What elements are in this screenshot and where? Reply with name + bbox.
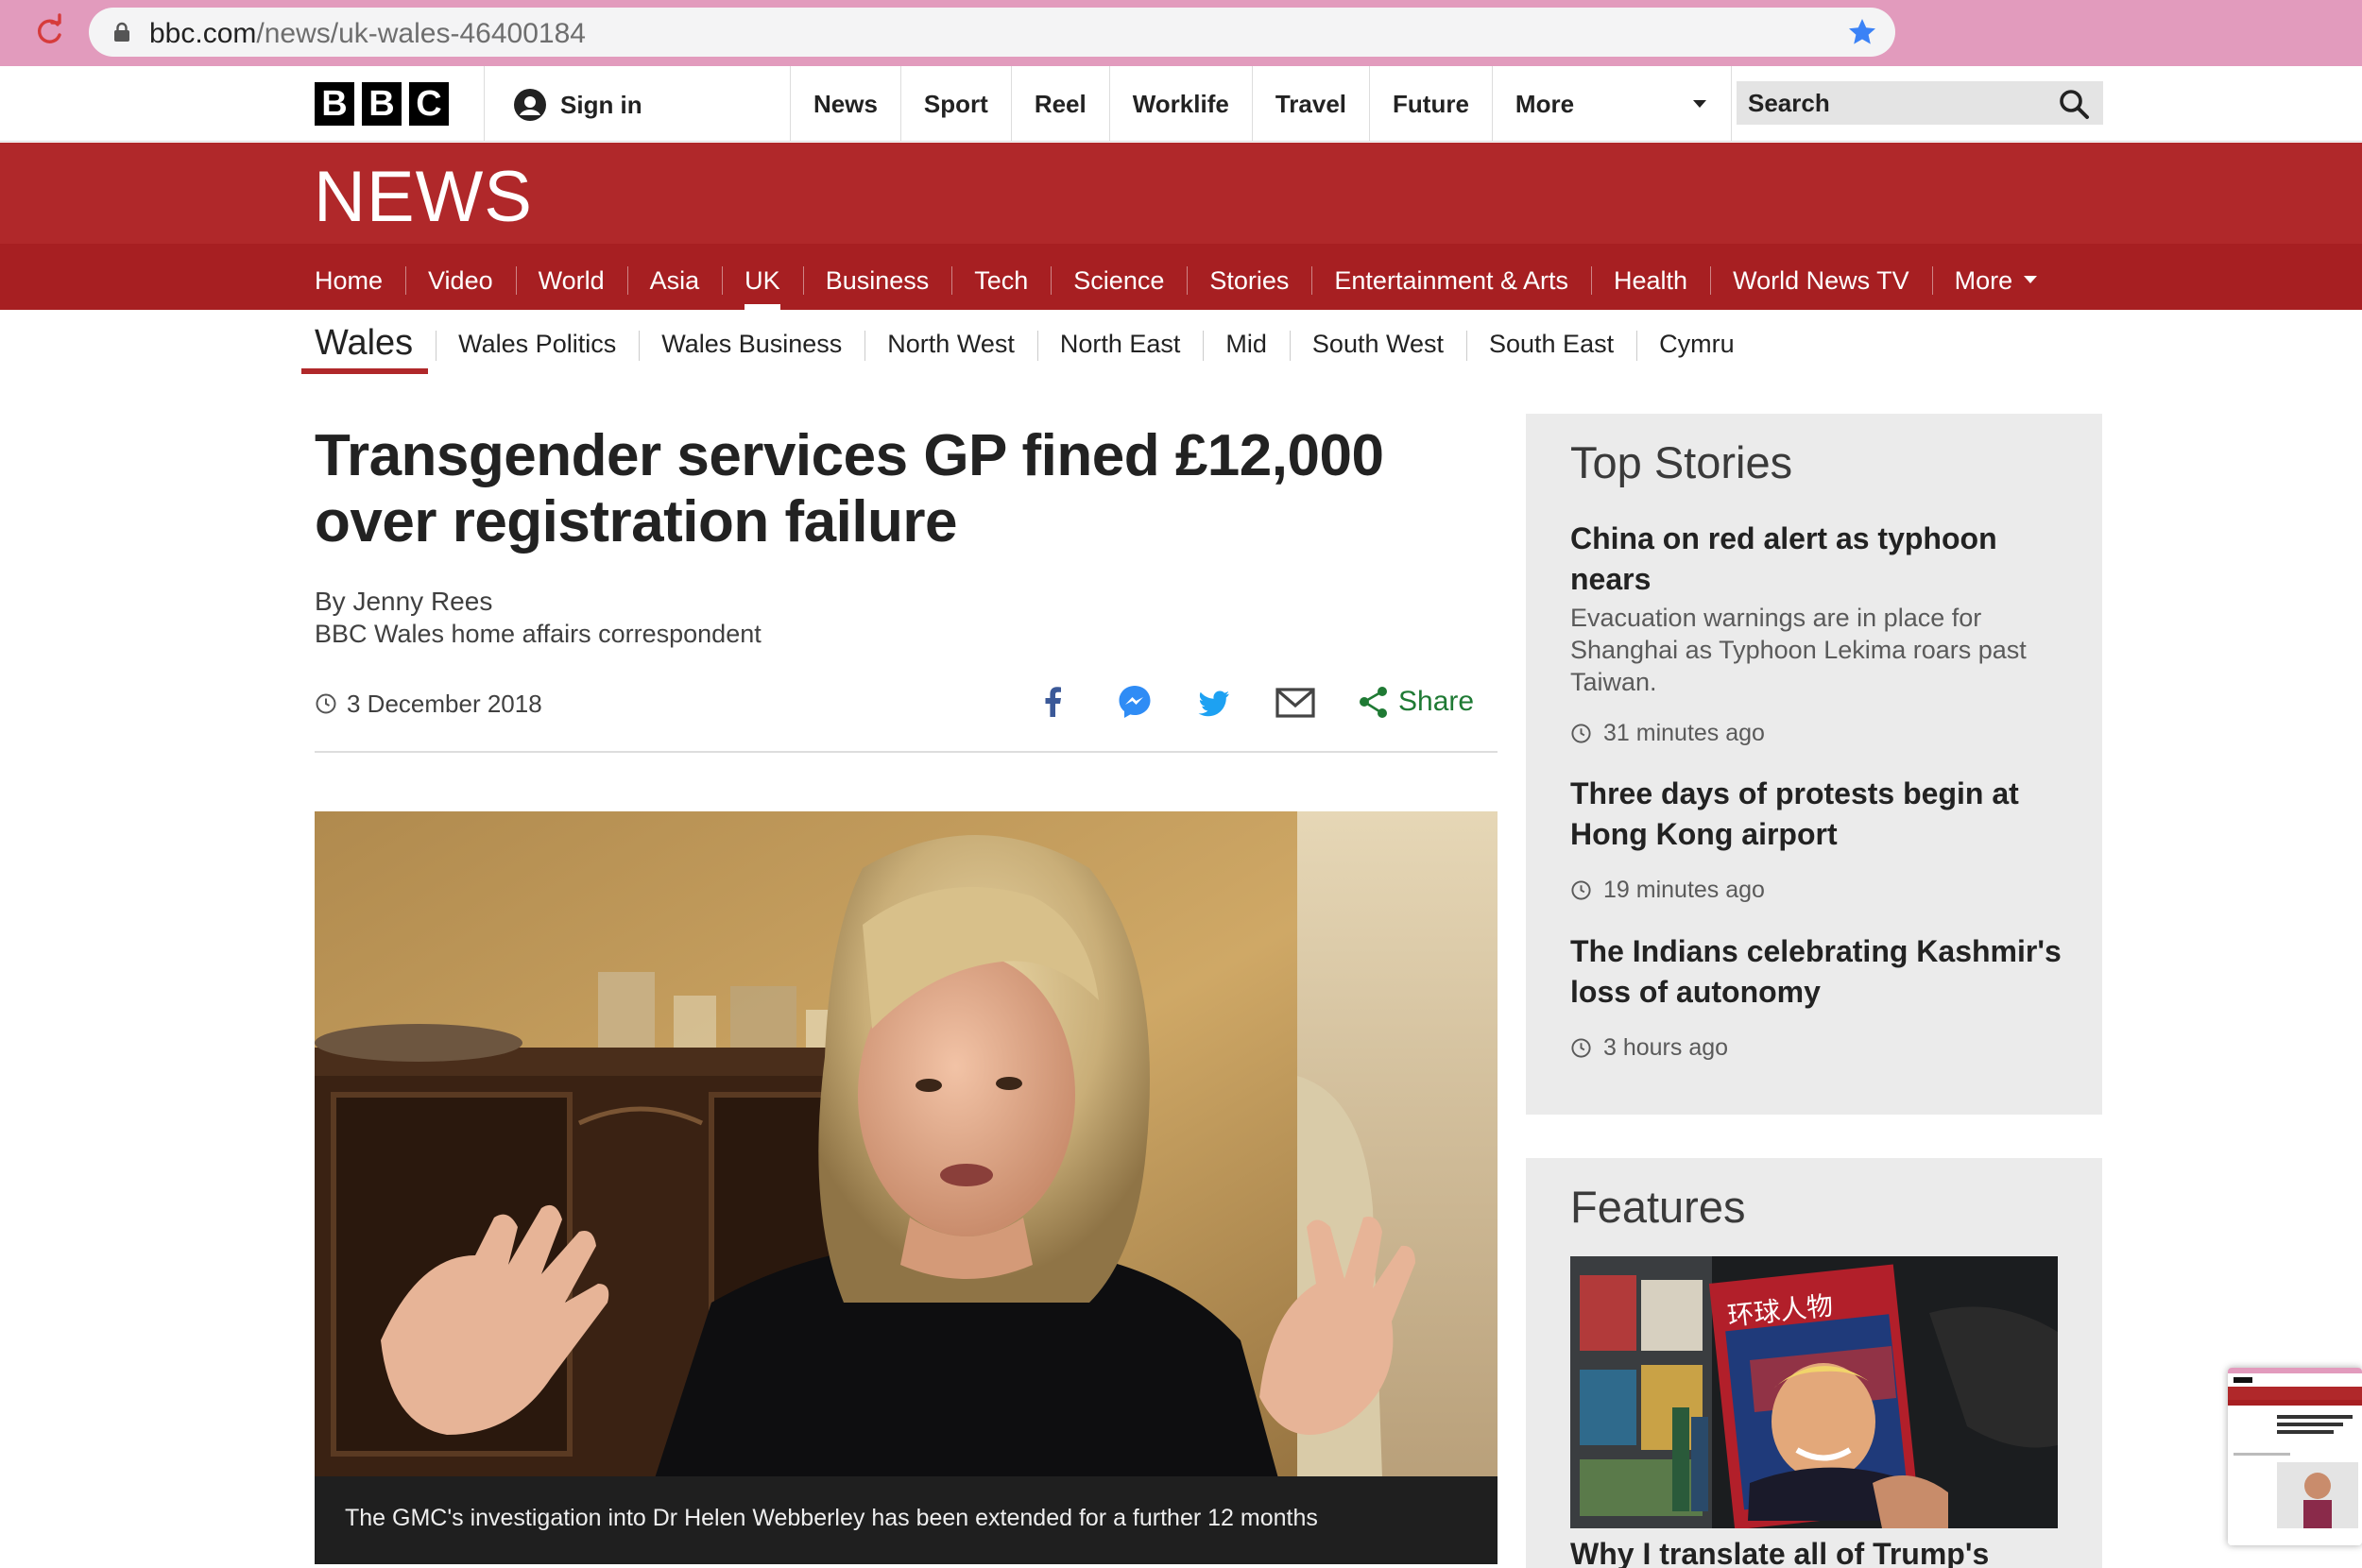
section-world-news-tv[interactable]: World News TV — [1710, 244, 1932, 310]
chevron-down-icon — [2024, 275, 2038, 283]
address-bar[interactable]: bbc.com/news/uk-wales-46400184 — [89, 8, 1895, 57]
subnav-north-west[interactable]: North West — [864, 312, 1037, 374]
story-timestamp: 19 minutes ago — [1570, 876, 1765, 904]
features-title: Features — [1570, 1182, 1746, 1232]
story-time-text: 3 hours ago — [1603, 1033, 1729, 1061]
subnav-south-west[interactable]: South West — [1289, 312, 1466, 374]
article-image — [315, 811, 1498, 1478]
subnav-wales-politics[interactable]: Wales Politics — [436, 312, 639, 374]
story-timestamp: 3 hours ago — [1570, 1033, 1728, 1062]
bbc-masthead: B B C Sign in News Sport Reel Worklife T… — [0, 66, 2362, 142]
nav-news[interactable]: News — [790, 66, 900, 142]
nav-more-dropdown[interactable]: More — [1491, 66, 1732, 142]
section-health[interactable]: Health — [1591, 244, 1710, 310]
section-more-label: More — [1954, 266, 2013, 295]
nav-sport[interactable]: Sport — [899, 66, 1011, 142]
section-asia[interactable]: Asia — [626, 244, 723, 310]
feature-image[interactable]: 环球人物 — [1570, 1256, 2058, 1528]
clock-icon — [1571, 1037, 1591, 1058]
section-uk[interactable]: UK — [722, 244, 803, 310]
news-logo[interactable]: NEWS — [314, 156, 533, 238]
bbc-logo-letter: B — [362, 82, 402, 126]
story-summary: Evacuation warnings are in place for Sha… — [1570, 604, 2027, 696]
nav-more-label: More — [1515, 90, 1575, 118]
url-text: bbc.com/news/uk-wales-46400184 — [149, 18, 586, 49]
section-video[interactable]: Video — [405, 244, 516, 310]
sign-in-button[interactable]: Sign in — [513, 87, 642, 123]
screenshot-thumbnail[interactable] — [2228, 1368, 2362, 1545]
section-tech[interactable]: Tech — [951, 244, 1051, 310]
top-stories-panel: Top Stories China on red alert as typhoo… — [1526, 414, 2102, 1115]
author-role: BBC Wales home affairs correspondent — [315, 620, 762, 648]
story-timestamp: 31 minutes ago — [1570, 719, 1765, 747]
section-business[interactable]: Business — [802, 244, 952, 310]
chevron-down-icon — [1692, 100, 1706, 108]
nav-future[interactable]: Future — [1369, 66, 1492, 142]
email-icon[interactable] — [1275, 679, 1315, 726]
share-icon[interactable] — [1357, 679, 1391, 726]
story-headline[interactable]: China on red alert as typhoon nears — [1570, 519, 2062, 600]
image-caption-text: The GMC's investigation into Dr Helen We… — [345, 1505, 1318, 1531]
story-time-text: 31 minutes ago — [1603, 719, 1765, 746]
search-box — [1737, 81, 2103, 125]
subnav-north-east[interactable]: North East — [1036, 312, 1204, 374]
story-headline[interactable]: Three days of protests begin at Hong Kon… — [1570, 774, 2062, 855]
section-world[interactable]: World — [515, 244, 627, 310]
nav-travel[interactable]: Travel — [1251, 66, 1369, 142]
subnav-wales-business[interactable]: Wales Business — [639, 312, 864, 374]
subnav-south-east[interactable]: South East — [1466, 312, 1636, 374]
divider — [484, 66, 485, 142]
subnav-cymru[interactable]: Cymru — [1636, 312, 1757, 374]
photo-magazine-cover: 环球人物 — [1570, 1256, 2058, 1528]
bbc-logo-letter: B — [315, 82, 354, 126]
sign-in-label: Sign in — [560, 90, 642, 119]
features-panel: Features 环球人物 Why I translate all of Tru… — [1526, 1158, 2102, 1568]
search-icon[interactable] — [2058, 88, 2090, 120]
search-input[interactable] — [1737, 81, 2039, 125]
twitter-icon[interactable] — [1194, 679, 1234, 726]
news-banner: NEWS — [0, 143, 2362, 244]
wales-sub-nav: Wales Wales Politics Wales Business Nort… — [300, 312, 1757, 374]
divider — [315, 751, 1498, 753]
section-home[interactable]: Home — [315, 244, 405, 310]
top-nav: News Sport Reel Worklife Travel Future M… — [790, 66, 1732, 142]
feature-headline[interactable]: Why I translate all of Trump's — [1570, 1534, 2080, 1568]
clock-icon — [1571, 879, 1591, 900]
image-caption: The GMC's investigation into Dr Helen We… — [315, 1476, 1498, 1564]
bbc-logo[interactable]: B B C — [315, 82, 449, 126]
thumbnail-preview — [2228, 1368, 2362, 1545]
article-headline: Transgender services GP fined £12,000 ov… — [315, 423, 1384, 554]
clock-icon — [316, 693, 336, 714]
section-more-dropdown[interactable]: More — [1931, 244, 2061, 310]
reload-icon[interactable] — [30, 13, 68, 51]
bbc-logo-letter: C — [409, 82, 449, 126]
messenger-icon[interactable] — [1115, 679, 1155, 726]
user-icon — [514, 89, 546, 121]
nav-worklife[interactable]: Worklife — [1108, 66, 1252, 142]
lock-icon — [114, 22, 129, 42]
subnav-mid[interactable]: Mid — [1203, 312, 1290, 374]
photo-woman-speaking — [315, 811, 1498, 1478]
section-science[interactable]: Science — [1051, 244, 1187, 310]
clock-icon — [1571, 723, 1591, 743]
subnav-wales[interactable]: Wales — [300, 312, 436, 374]
article-byline: By Jenny Rees — [315, 587, 493, 616]
share-button[interactable]: Share — [1398, 686, 1474, 718]
news-section-nav: Home Video World Asia UK Business Tech S… — [0, 244, 2362, 310]
article-date-text: 3 December 2018 — [347, 689, 542, 718]
bookmark-star-icon[interactable] — [1846, 16, 1878, 48]
browser-toolbar: bbc.com/news/uk-wales-46400184 — [0, 0, 2362, 66]
facebook-icon[interactable] — [1036, 679, 1070, 726]
nav-reel[interactable]: Reel — [1010, 66, 1109, 142]
article-date: 3 December 2018 — [315, 688, 542, 720]
top-stories-title: Top Stories — [1570, 437, 1793, 487]
section-stories[interactable]: Stories — [1187, 244, 1311, 310]
story-time-text: 19 minutes ago — [1603, 876, 1765, 903]
section-entertainment-arts[interactable]: Entertainment & Arts — [1311, 244, 1591, 310]
story-headline[interactable]: The Indians celebrating Kashmir's loss o… — [1570, 931, 2062, 1013]
